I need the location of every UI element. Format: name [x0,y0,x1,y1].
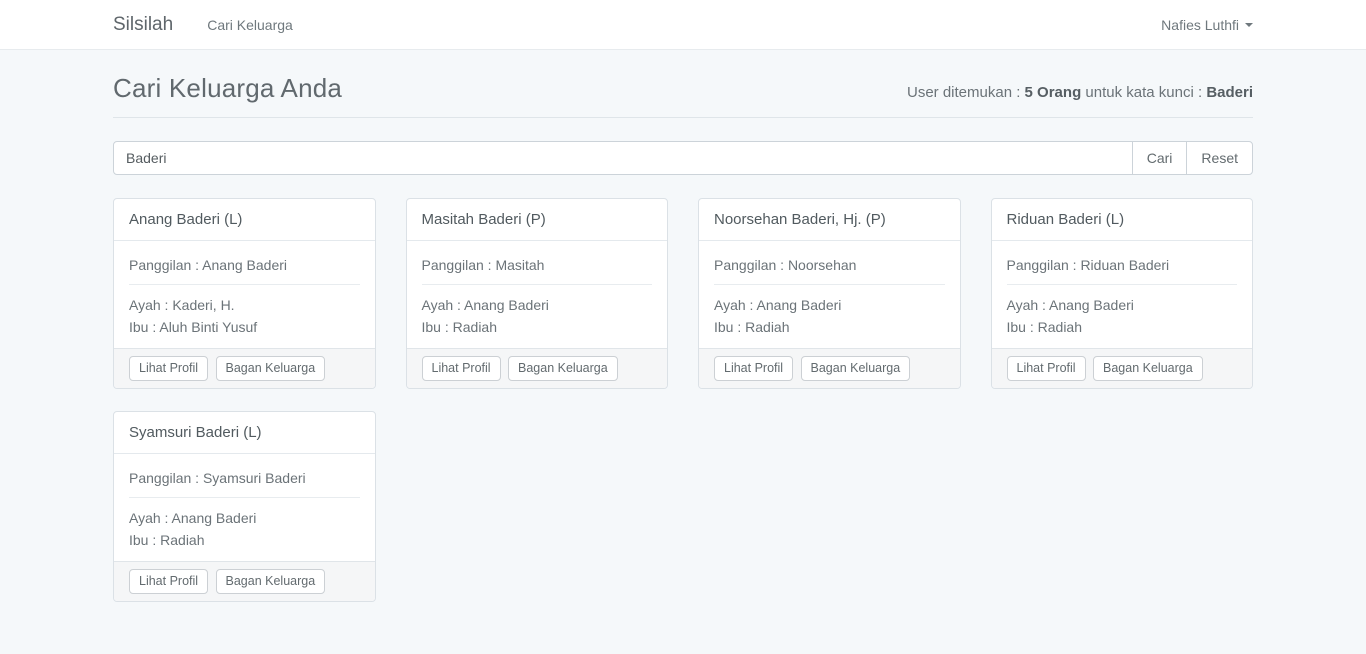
result-keyword: Baderi [1206,84,1253,101]
result-card: Syamsuri Baderi (L) Panggilan : Syamsuri… [98,411,391,602]
page-header: Cari Keluarga Anda User ditemukan : 5 Or… [113,73,1253,118]
user-menu-toggle[interactable]: Nafies Luthfi [1161,17,1253,33]
result-card: Masitah Baderi (P) Panggilan : Masitah A… [391,198,684,389]
bagan-keluarga-button[interactable]: Bagan Keluarga [508,356,618,381]
result-summary: User ditemukan : 5 Orang untuk kata kunc… [907,84,1253,101]
card-panggilan: Panggilan : Syamsuri Baderi [129,468,360,488]
lihat-profil-button[interactable]: Lihat Profil [1007,356,1086,381]
card-ayah: Ayah : Anang Baderi [1007,294,1238,316]
card-panggilan: Panggilan : Noorsehan [714,255,945,275]
card-ibu: Ibu : Radiah [129,529,360,551]
lihat-profil-button[interactable]: Lihat Profil [422,356,501,381]
card-title: Masitah Baderi (P) [407,199,668,241]
results-grid: Anang Baderi (L) Panggilan : Anang Bader… [98,198,1268,624]
card-title: Riduan Baderi (L) [992,199,1253,241]
card-footer: Lihat Profil Bagan Keluarga [114,561,375,601]
result-count: 5 Orang [1025,84,1082,101]
card-panggilan: Panggilan : Riduan Baderi [1007,255,1238,275]
lihat-profil-button[interactable]: Lihat Profil [129,569,208,594]
card-ibu: Ibu : Radiah [714,316,945,338]
result-summary-middle: untuk kata kunci : [1081,84,1206,101]
bagan-keluarga-button[interactable]: Bagan Keluarga [1093,356,1203,381]
search-input[interactable] [113,141,1133,175]
lihat-profil-button[interactable]: Lihat Profil [129,356,208,381]
divider [129,497,360,498]
card-footer: Lihat Profil Bagan Keluarga [992,348,1253,388]
card-ibu: Ibu : Aluh Binti Yusuf [129,316,360,338]
search-form: Cari Reset [113,141,1253,175]
bagan-keluarga-button[interactable]: Bagan Keluarga [216,569,326,594]
result-card: Noorsehan Baderi, Hj. (P) Panggilan : No… [683,198,976,389]
divider [714,284,945,285]
result-card: Riduan Baderi (L) Panggilan : Riduan Bad… [976,198,1269,389]
bagan-keluarga-button[interactable]: Bagan Keluarga [216,356,326,381]
page-title: Cari Keluarga Anda [113,73,342,104]
card-footer: Lihat Profil Bagan Keluarga [699,348,960,388]
brand-link[interactable]: Silsilah [113,14,173,36]
main-content: Cari Keluarga Anda User ditemukan : 5 Or… [98,73,1268,624]
card-footer: Lihat Profil Bagan Keluarga [407,348,668,388]
navbar: Silsilah Cari Keluarga Nafies Luthfi [0,0,1366,50]
lihat-profil-button[interactable]: Lihat Profil [714,356,793,381]
card-ayah: Ayah : Anang Baderi [714,294,945,316]
divider [1007,284,1238,285]
card-ibu: Ibu : Radiah [1007,316,1238,338]
card-title: Noorsehan Baderi, Hj. (P) [699,199,960,241]
card-title: Anang Baderi (L) [114,199,375,241]
bagan-keluarga-button[interactable]: Bagan Keluarga [801,356,911,381]
card-panggilan: Panggilan : Anang Baderi [129,255,360,275]
card-ibu: Ibu : Radiah [422,316,653,338]
reset-button[interactable]: Reset [1186,141,1253,175]
card-ayah: Ayah : Anang Baderi [129,507,360,529]
user-menu-label: Nafies Luthfi [1161,17,1239,33]
divider [129,284,360,285]
cari-button[interactable]: Cari [1132,141,1188,175]
card-ayah: Ayah : Kaderi, H. [129,294,360,316]
card-panggilan: Panggilan : Masitah [422,255,653,275]
result-card: Anang Baderi (L) Panggilan : Anang Bader… [98,198,391,389]
card-ayah: Ayah : Anang Baderi [422,294,653,316]
divider [422,284,653,285]
card-title: Syamsuri Baderi (L) [114,412,375,454]
caret-down-icon [1245,23,1253,27]
nav-item-cari-keluarga[interactable]: Cari Keluarga [207,17,293,33]
card-footer: Lihat Profil Bagan Keluarga [114,348,375,388]
result-summary-prefix: User ditemukan : [907,84,1025,101]
